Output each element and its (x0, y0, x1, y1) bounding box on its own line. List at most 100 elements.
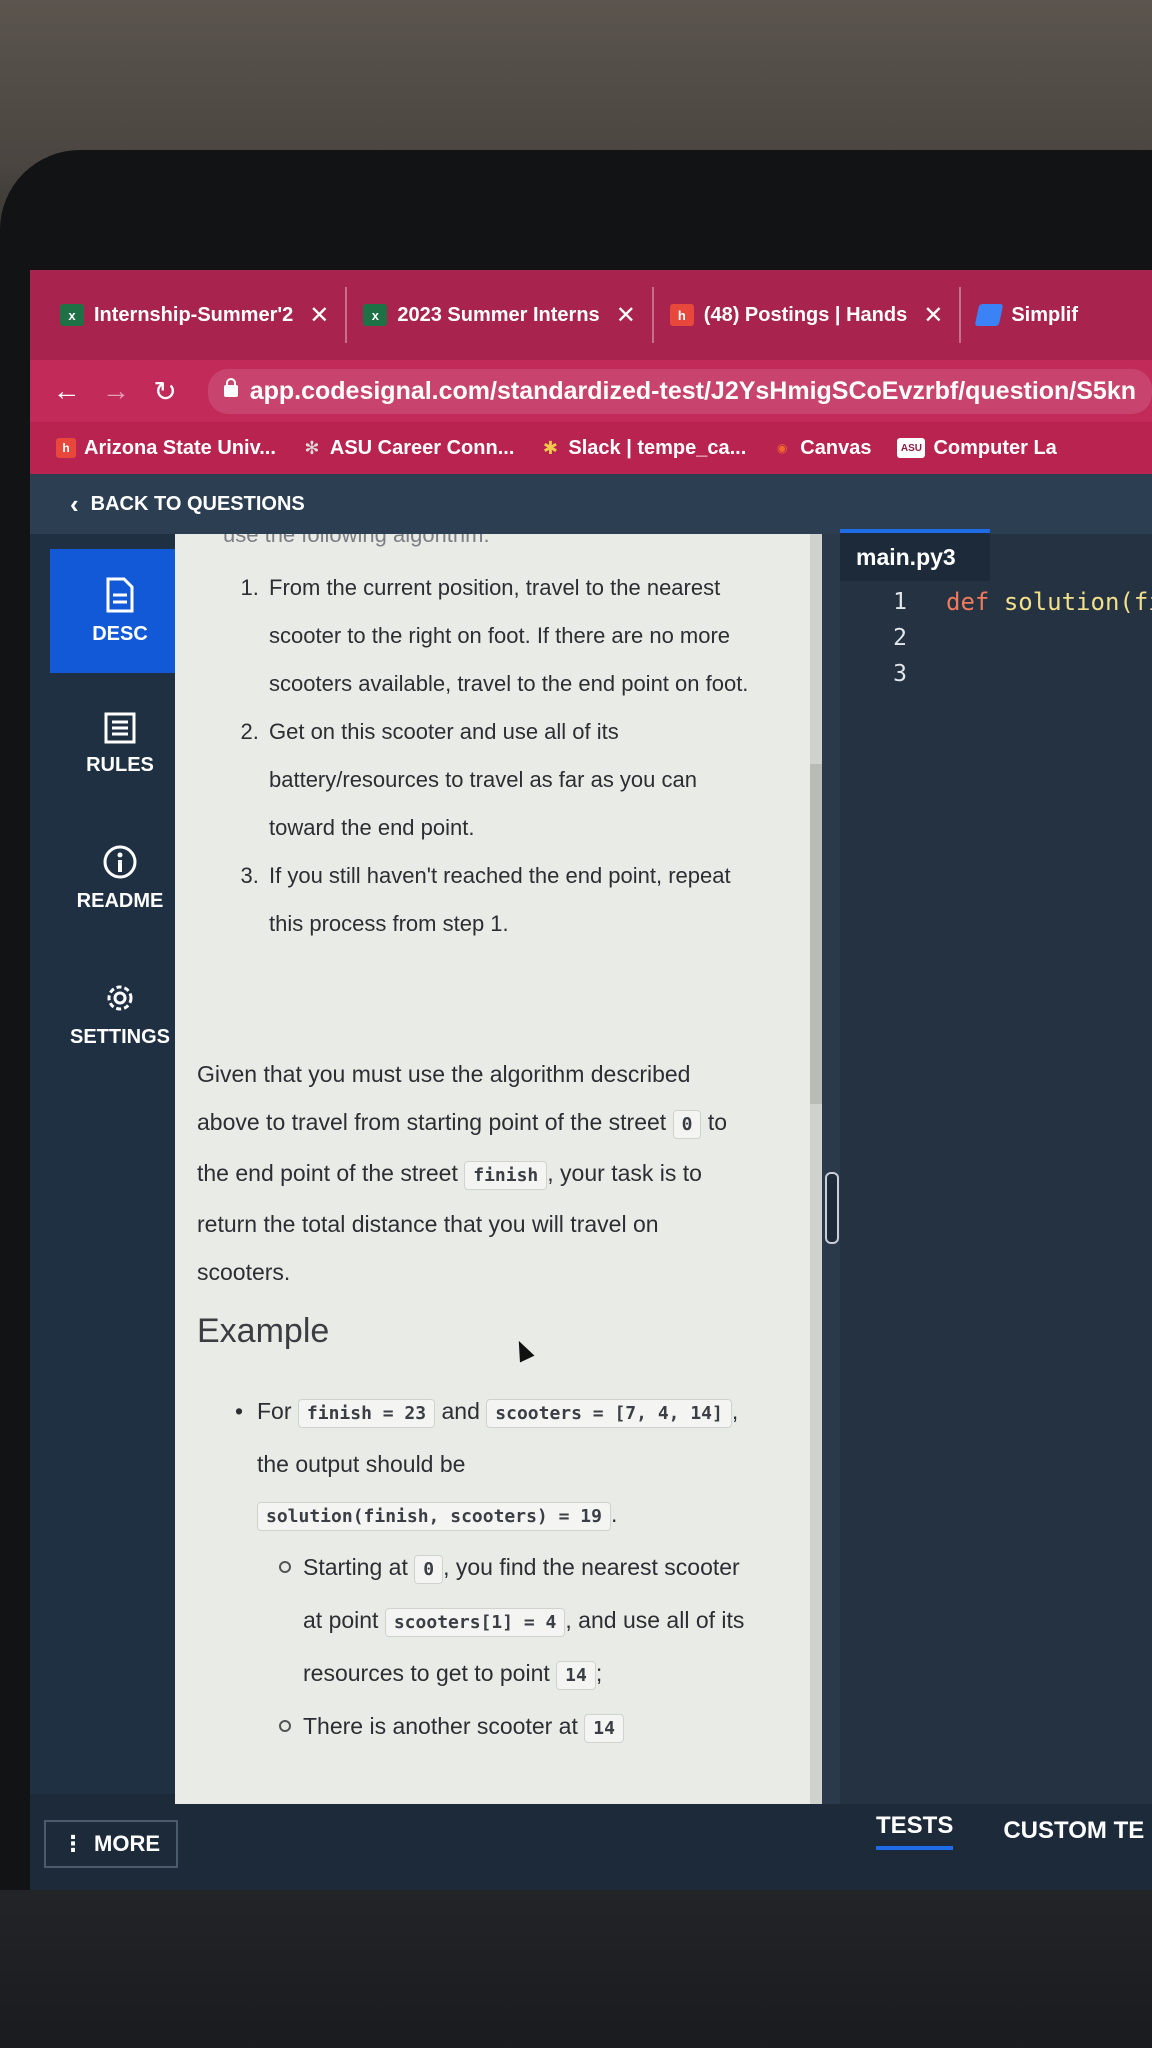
bookmark[interactable]: ASU Computer La (897, 436, 1057, 460)
text: Given that you must use the algorithm de… (197, 1061, 691, 1135)
bookmark-label: Arizona State Univ... (84, 436, 276, 459)
back-arrow-icon[interactable]: ← (42, 375, 91, 407)
tab-main-py3[interactable]: main.py3 (840, 529, 990, 581)
example-heading: Example (197, 1312, 330, 1350)
chevron-left-icon[interactable]: ‹ (70, 489, 79, 520)
description-panel: use the following algorithm: From the cu… (175, 534, 815, 1804)
description-text: use the following algorithm: (223, 534, 490, 547)
text: There is another scooter at (303, 1713, 578, 1739)
browser-tab-bar: x Internship-Summer'2 ✕ x 2023 Summer In… (30, 270, 1152, 360)
browser-tab[interactable]: Simplif (961, 287, 1094, 343)
sidebar-item-label: README (76, 889, 164, 912)
scrollbar[interactable] (810, 534, 822, 1804)
bullet-icon: • (235, 1398, 244, 1424)
inline-code: finish (464, 1161, 548, 1190)
url-text: app.codesignal.com/standardized-test/J2Y… (249, 376, 1137, 405)
list-item: There is another scooter at 14 (279, 1701, 755, 1754)
bullet-icon (279, 1561, 291, 1573)
scrollbar-thumb[interactable] (810, 764, 822, 1104)
bookmarks-bar: h Arizona State Univ... ✻ ASU Career Con… (30, 422, 1152, 474)
sidebar-item-settings[interactable]: SETTINGS (50, 952, 190, 1076)
lock-icon (223, 378, 238, 397)
reload-icon[interactable]: ↻ (140, 375, 189, 408)
list-item: If you still haven't reached the end poi… (265, 852, 765, 948)
browser-tab[interactable]: h (48) Postings | Hands ✕ (654, 287, 962, 343)
slack-icon: ✱ (542, 437, 558, 458)
asu-icon: ASU (897, 438, 926, 458)
list-item: Get on this scooter and use all of its b… (265, 708, 765, 852)
tab-title: Simplif (1011, 303, 1078, 326)
bookmark-label: Computer La (933, 436, 1057, 459)
excel-icon: x (363, 304, 388, 326)
tests-tab-bar: TESTS CUSTOM TE (840, 1804, 1152, 1858)
text: Starting at (303, 1554, 408, 1580)
bookmark-label: ASU Career Conn... (329, 436, 515, 459)
description-paragraph: Given that you must use the algorithm de… (197, 1050, 757, 1296)
line-number: 3 (893, 661, 907, 687)
handshake-icon: h (669, 304, 694, 326)
back-to-questions-bar: ‹ BACK TO QUESTIONS (30, 474, 1152, 534)
sidebar: DESC RULES README SETTINGS (30, 534, 190, 1794)
gear-icon (107, 985, 133, 1010)
code-editor[interactable]: main.py3 1 2 3 def solution(fin (840, 529, 1152, 1804)
more-button[interactable]: ⋮ MORE (44, 1820, 178, 1868)
bookmark[interactable]: h Arizona State Univ... (56, 437, 276, 460)
list-item: Starting at 0, you find the nearest scoo… (279, 1542, 755, 1701)
tab-title: Internship-Summer'2 (94, 303, 294, 326)
bookmark[interactable]: ✻ ASU Career Conn... (302, 437, 514, 460)
bullet-icon (279, 1720, 291, 1732)
close-icon[interactable]: ✕ (309, 301, 329, 330)
more-vertical-icon: ⋮ (62, 1831, 84, 1856)
close-icon[interactable]: ✕ (616, 301, 636, 330)
code-line[interactable]: def solution(fin (946, 584, 1152, 620)
text: For (257, 1398, 292, 1424)
text: . (610, 1501, 618, 1527)
bottom-bar: ⋮ MORE (30, 1804, 840, 1890)
code-keyword: def (946, 588, 990, 616)
line-number: 1 (893, 589, 907, 615)
inline-code: 14 (556, 1661, 596, 1690)
inline-code: 14 (584, 1714, 624, 1743)
sidebar-item-desc[interactable]: DESC (50, 549, 190, 673)
screen: x Internship-Summer'2 ✕ x 2023 Summer In… (30, 270, 1152, 1890)
tab-tests[interactable]: TESTS (876, 1812, 954, 1850)
forward-arrow-icon[interactable]: → (91, 375, 140, 407)
algorithm-steps: From the current position, travel to the… (175, 564, 765, 948)
sidebar-item-rules[interactable]: RULES (50, 682, 190, 806)
panel-splitter[interactable] (822, 534, 840, 1804)
bookmark[interactable]: ✱ Slack | tempe_ca... (540, 437, 746, 460)
list-icon (104, 712, 136, 743)
back-to-questions-link[interactable]: BACK TO QUESTIONS (91, 493, 305, 516)
tab-title: (48) Postings | Hands (703, 303, 908, 326)
inline-code: finish = 23 (297, 1399, 436, 1428)
codesignal-app: ‹ BACK TO QUESTIONS DESC RULES README SE… (30, 474, 1152, 1890)
inline-code: scooters[1] = 4 (384, 1608, 566, 1637)
tab-custom-tests[interactable]: CUSTOM TE (1003, 1817, 1144, 1845)
sidebar-item-label: RULES (86, 753, 154, 776)
excel-icon: x (60, 304, 84, 326)
sidebar-item-label: SETTINGS (69, 1025, 170, 1048)
sidebar-item-readme[interactable]: README (50, 816, 190, 940)
drag-handle[interactable] (825, 1172, 839, 1244)
document-icon (106, 577, 134, 612)
bookmark[interactable]: ◉ Canvas (772, 437, 871, 460)
gear-icon: ✻ (304, 437, 320, 458)
list-item: From the current position, travel to the… (265, 564, 765, 708)
example-list: • For finish = 23 and scooters = [7, 4, … (235, 1386, 755, 1754)
browser-tab[interactable]: x Internship-Summer'2 ✕ (30, 287, 348, 343)
more-label: MORE (94, 1831, 160, 1856)
inline-code: scooters = [7, 4, 14] (486, 1399, 732, 1428)
text: and (441, 1398, 480, 1424)
info-icon (103, 845, 137, 878)
line-numbers: 1 2 3 (880, 584, 920, 692)
handshake-icon: h (56, 438, 76, 458)
sidebar-item-label: DESC (92, 622, 148, 645)
list-item: For finish = 23 and scooters = [7, 4, 14… (257, 1386, 755, 1542)
url-field[interactable]: app.codesignal.com/standardized-test/J2Y… (207, 368, 1152, 414)
inline-code: solution(finish, scooters) = 19 (257, 1502, 611, 1531)
tab-title: 2023 Summer Interns (397, 303, 600, 326)
canvas-icon: ◉ (777, 441, 788, 455)
browser-tab[interactable]: x 2023 Summer Interns ✕ (347, 287, 654, 343)
close-icon[interactable]: ✕ (923, 301, 943, 330)
bookmark-label: Canvas (800, 436, 872, 459)
